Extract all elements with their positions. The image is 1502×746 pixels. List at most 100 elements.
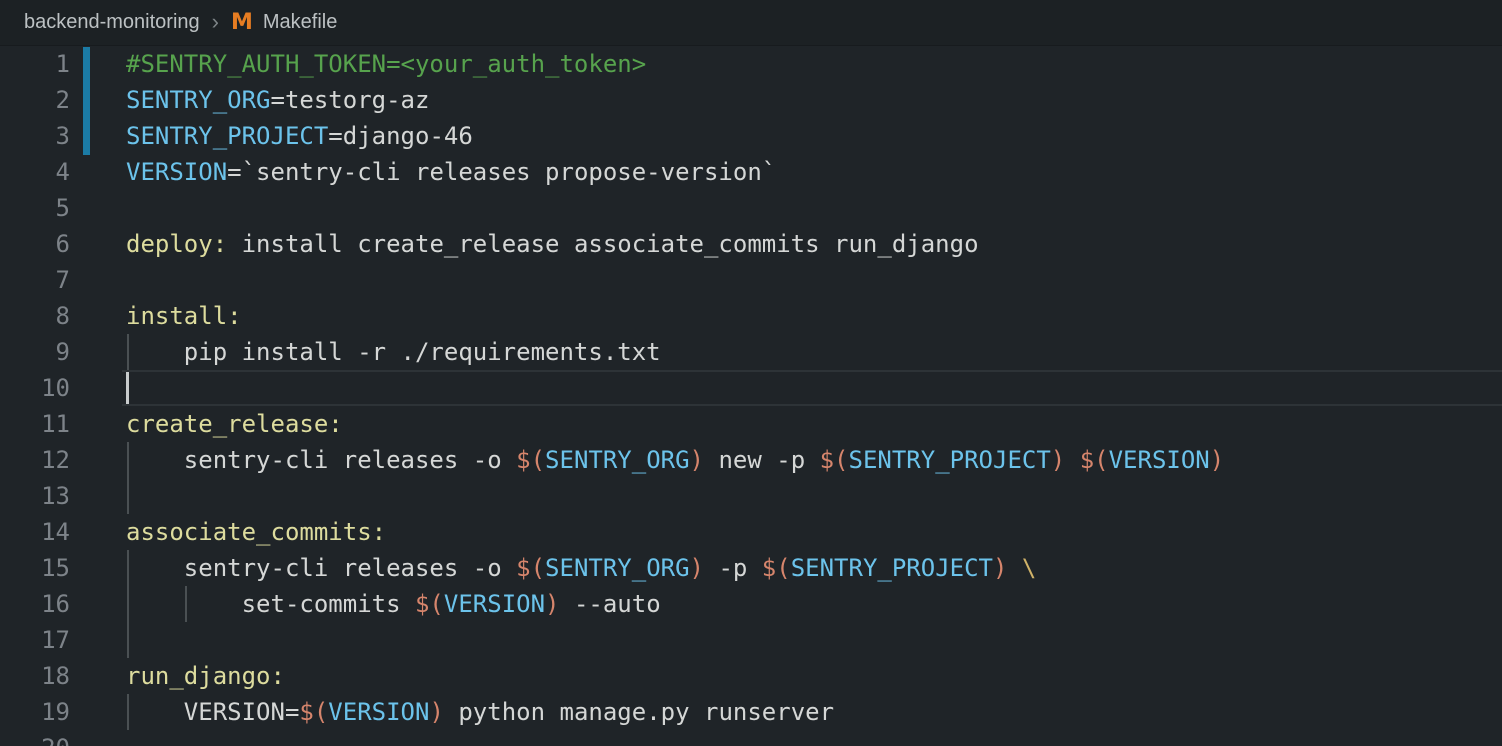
line-text: run_django: (126, 658, 285, 694)
line-number[interactable]: 16 (0, 586, 70, 622)
code-line[interactable]: 19 VERSION=$(VERSION) python manage.py r… (0, 694, 1502, 730)
line-text: sentry-cli releases -o $(SENTRY_ORG) -p … (126, 550, 1036, 586)
line-number[interactable]: 10 (0, 370, 70, 406)
indent-guide (127, 622, 129, 658)
token-punct: $( (820, 446, 849, 474)
code-line[interactable]: 10 (0, 370, 1502, 406)
line-number[interactable]: 15 (0, 550, 70, 586)
line-number[interactable]: 14 (0, 514, 70, 550)
editor-window: backend-monitoring › M Makefile 1 #SENTRY… (0, 0, 1502, 746)
breadcrumb-folder[interactable]: backend-monitoring (24, 11, 200, 34)
line-number[interactable]: 1 (0, 46, 70, 82)
code-line[interactable]: 3 SENTRY_PROJECT=django-46 (0, 118, 1502, 154)
token-punct: ) (1210, 446, 1224, 474)
code-line[interactable]: 18 run_django: (0, 658, 1502, 694)
line-number[interactable]: 18 (0, 658, 70, 694)
line-number[interactable]: 20 (0, 730, 70, 746)
text-cursor (126, 372, 129, 404)
code-line[interactable]: 1 #SENTRY_AUTH_TOKEN=<your_auth_token> (0, 46, 1502, 82)
code-line[interactable]: 17 (0, 622, 1502, 658)
token-comment: #SENTRY_AUTH_TOKEN=<your_auth_token> (126, 50, 646, 78)
token-punct: $( (516, 446, 545, 474)
code-line[interactable]: 15 sentry-cli releases -o $(SENTRY_ORG) … (0, 550, 1502, 586)
line-number[interactable]: 12 (0, 442, 70, 478)
current-line-highlight (122, 370, 1502, 406)
modified-lines-indicator[interactable] (83, 47, 90, 155)
token-target: install: (126, 302, 242, 330)
line-number[interactable]: 17 (0, 622, 70, 658)
line-number[interactable]: 13 (0, 478, 70, 514)
line-number[interactable]: 4 (0, 154, 70, 190)
token-punct: $( (415, 590, 444, 618)
token-var: VERSION (444, 590, 545, 618)
line-number[interactable]: 5 (0, 190, 70, 226)
token-target: create_release: (126, 410, 343, 438)
token-text: =django-46 (328, 122, 473, 150)
line-text: VERSION=$(VERSION) python manage.py runs… (126, 694, 834, 730)
token-var: VERSION (126, 158, 227, 186)
line-text: install: (126, 298, 242, 334)
code-line[interactable]: 20 (0, 730, 1502, 746)
code-line[interactable]: 13 (0, 478, 1502, 514)
token-punct: $( (516, 554, 545, 582)
breadcrumb: backend-monitoring › M Makefile (0, 0, 1502, 46)
line-number[interactable]: 11 (0, 406, 70, 442)
code-line[interactable]: 5 (0, 190, 1502, 226)
line-text: set-commits $(VERSION) --auto (126, 586, 661, 622)
token-var: SENTRY_ORG (545, 554, 690, 582)
breadcrumb-file[interactable]: Makefile (263, 11, 337, 34)
code-editor[interactable]: 1 #SENTRY_AUTH_TOKEN=<your_auth_token> 2 SE… (0, 46, 1502, 746)
line-number[interactable]: 6 (0, 226, 70, 262)
token-target: deploy: (126, 230, 227, 258)
line-number[interactable]: 19 (0, 694, 70, 730)
token-punct: ) (545, 590, 559, 618)
code-line[interactable]: 12 sentry-cli releases -o $(SENTRY_ORG) … (0, 442, 1502, 478)
line-number[interactable]: 7 (0, 262, 70, 298)
token-target: run_django: (126, 662, 285, 690)
token-punct: $( (1080, 446, 1109, 474)
token-text: =testorg-az (271, 86, 430, 114)
chevron-right-icon: › (212, 9, 219, 35)
line-text: associate_commits: (126, 514, 386, 550)
code-line[interactable]: 4 VERSION=`sentry-cli releases propose-ve… (0, 154, 1502, 190)
token-text: sentry-cli releases -o (126, 554, 516, 582)
code-line[interactable]: 16 set-commits $(VERSION) --auto (0, 586, 1502, 622)
code-line[interactable]: 14 associate_commits: (0, 514, 1502, 550)
token-text (1007, 554, 1021, 582)
token-var: SENTRY_ORG (545, 446, 690, 474)
line-text: sentry-cli releases -o $(SENTRY_ORG) new… (126, 442, 1224, 478)
line-number[interactable]: 3 (0, 118, 70, 154)
line-text: pip install -r ./requirements.txt (126, 334, 661, 370)
token-var: VERSION (1109, 446, 1210, 474)
token-text: =`sentry-cli releases propose-version` (227, 158, 776, 186)
code-line[interactable]: 9 pip install -r ./requirements.txt (0, 334, 1502, 370)
token-gold: \ (1022, 554, 1036, 582)
line-text: VERSION=`sentry-cli releases propose-ver… (126, 154, 776, 190)
token-var: SENTRY_PROJECT (849, 446, 1051, 474)
token-text: set-commits (126, 590, 415, 618)
token-text: python manage.py runserver (444, 698, 834, 726)
line-text: SENTRY_ORG=testorg-az (126, 82, 429, 118)
code-line[interactable]: 2 SENTRY_ORG=testorg-az (0, 82, 1502, 118)
line-number[interactable]: 9 (0, 334, 70, 370)
code-line[interactable]: 8 install: (0, 298, 1502, 334)
token-punct: $( (762, 554, 791, 582)
line-number[interactable]: 8 (0, 298, 70, 334)
code-line[interactable]: 6deploy: install create_release associat… (0, 226, 1502, 262)
line-text: SENTRY_PROJECT=django-46 (126, 118, 473, 154)
token-text: --auto (560, 590, 661, 618)
token-punct: $( (299, 698, 328, 726)
code-line[interactable]: 11 create_release: (0, 406, 1502, 442)
token-punct: ) (993, 554, 1007, 582)
token-var: SENTRY_PROJECT (126, 122, 328, 150)
line-text: create_release: (126, 406, 343, 442)
token-punct: ) (690, 446, 704, 474)
token-var: VERSION (328, 698, 429, 726)
line-number[interactable]: 2 (0, 82, 70, 118)
token-text: -p (704, 554, 762, 582)
code-line[interactable]: 7 (0, 262, 1502, 298)
token-var: SENTRY_PROJECT (791, 554, 993, 582)
token-punct: ) (690, 554, 704, 582)
code-lines: 1 #SENTRY_AUTH_TOKEN=<your_auth_token> 2 SE… (0, 46, 1502, 746)
token-punct: ) (1051, 446, 1065, 474)
